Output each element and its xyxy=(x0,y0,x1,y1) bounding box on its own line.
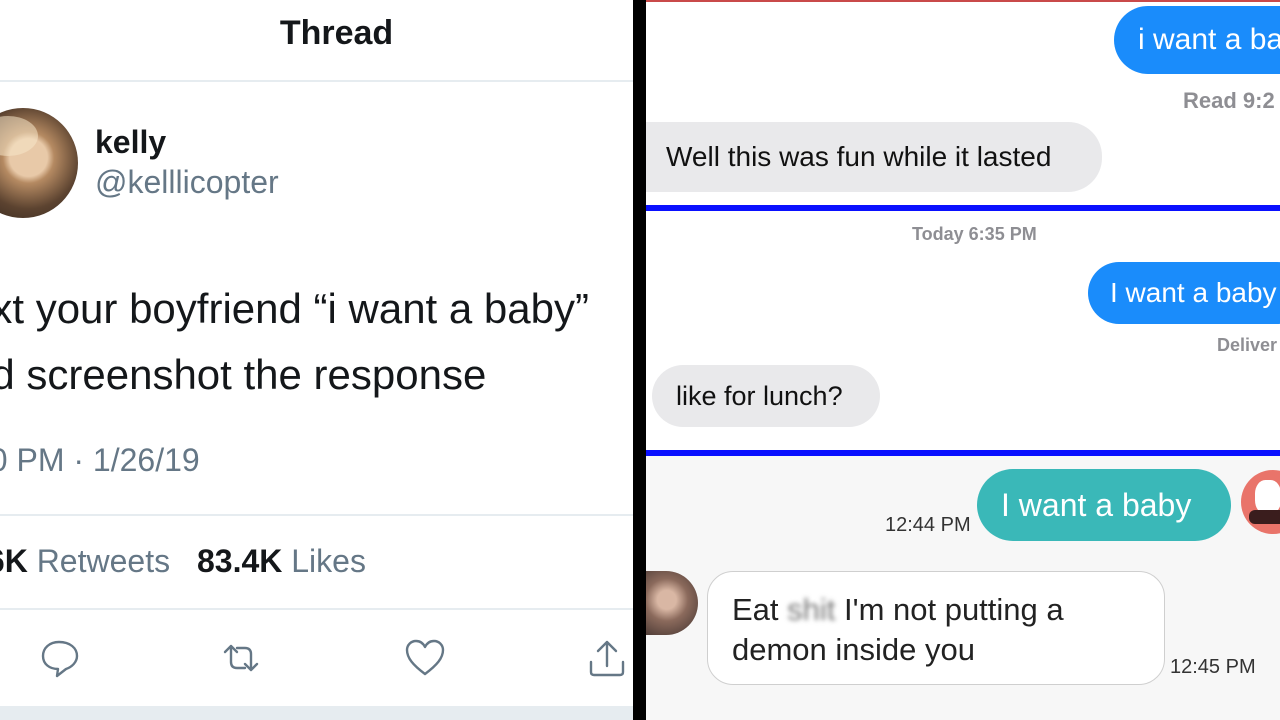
author-handle[interactable]: @kelllicopter xyxy=(95,164,279,201)
reply-icon[interactable] xyxy=(37,636,81,680)
separator xyxy=(646,205,1280,211)
delivered-receipt: Deliver xyxy=(1217,335,1278,355)
like-icon[interactable] xyxy=(403,636,447,680)
bunny-icon xyxy=(1255,480,1280,514)
read-receipt: Read 9:2 xyxy=(1183,88,1275,113)
avatar[interactable] xyxy=(0,108,78,218)
message-line-2: demon inside you xyxy=(732,632,975,667)
divider xyxy=(0,80,633,82)
retweets-label[interactable]: Retweets xyxy=(37,543,170,579)
message-line-1: Eat shit I'm not putting a xyxy=(732,590,1164,630)
tweet-line-1: ext your boyfriend “i want a baby” xyxy=(0,285,589,332)
tweet-timestamp: 10 PM · 1/26/19 xyxy=(0,442,200,478)
likes-label[interactable]: Likes xyxy=(291,543,366,579)
retweets-count[interactable]: .6K xyxy=(0,543,28,579)
censored-word: shit xyxy=(787,592,836,627)
received-time: 12:45 PM xyxy=(1170,656,1256,678)
likes-count[interactable]: 83.4K xyxy=(197,543,282,579)
message-text: I'm not putting a xyxy=(844,592,1064,627)
date-header: Today 6:35 PM xyxy=(912,224,1037,244)
sent-message-bubble[interactable]: I want a baby xyxy=(1088,262,1280,324)
received-message-bubble[interactable]: like for lunch? xyxy=(652,365,880,427)
twitter-panel: Thread kelly @kelllicopter ext your boyf… xyxy=(0,0,633,720)
sent-time: 12:44 PM xyxy=(885,514,971,536)
tweet-text: ext your boyfriend “i want a baby” nd sc… xyxy=(0,276,633,408)
bottom-bar xyxy=(0,706,633,720)
divider xyxy=(0,514,633,516)
sent-message-bubble[interactable]: I want a baby xyxy=(977,469,1231,541)
message-word: Eat xyxy=(732,592,779,627)
received-message-bubble[interactable]: Well this was fun while it lasted xyxy=(646,122,1102,192)
tweet-stats: .6K Retweets 83.4K Likes xyxy=(0,543,366,580)
panel-divider xyxy=(633,0,646,720)
tweet-line-2: nd screenshot the response xyxy=(0,351,487,398)
received-message-bubble[interactable]: Eat shit I'm not putting a demon inside … xyxy=(707,571,1165,685)
page-title: Thread xyxy=(279,14,394,52)
messages-panel: i want a ba Read 9:2 Well this was fun w… xyxy=(646,0,1280,720)
share-icon[interactable] xyxy=(585,636,629,680)
sent-message-bubble[interactable]: i want a ba xyxy=(1114,6,1280,74)
divider xyxy=(0,608,633,610)
hat-icon xyxy=(1249,510,1280,524)
author-name[interactable]: kelly xyxy=(95,124,166,161)
retweet-icon[interactable] xyxy=(219,636,263,680)
top-edge xyxy=(646,0,1280,2)
